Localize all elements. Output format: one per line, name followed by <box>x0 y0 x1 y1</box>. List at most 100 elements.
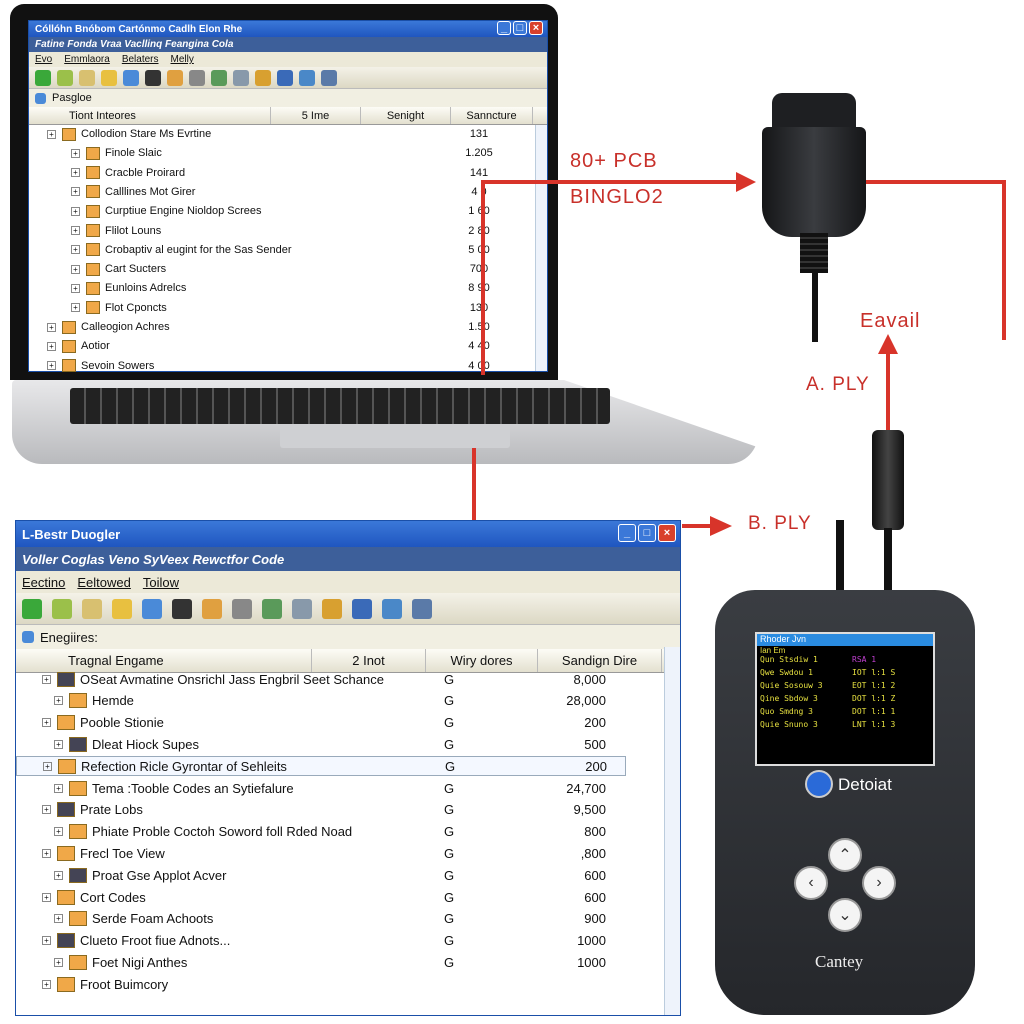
tree-row[interactable]: + Crobaptiv al eugint for the Sas Sender 5… <box>29 241 534 259</box>
expand-toggle-icon[interactable]: + <box>42 892 51 902</box>
expand-toggle-icon[interactable]: + <box>54 914 63 924</box>
toolbar-button-icon[interactable] <box>57 69 73 86</box>
expand-toggle-icon[interactable]: + <box>71 245 80 255</box>
scrollbar[interactable] <box>535 125 547 371</box>
menu-item[interactable]: Belaters <box>122 54 159 65</box>
tree-row[interactable]: + Calleogion Achres 1.50 <box>29 318 534 336</box>
column-header[interactable]: 5 Ime <box>271 107 361 124</box>
tree-row[interactable]: + Prate Lobs G 9,500 <box>16 800 626 820</box>
toolbar-button-icon[interactable] <box>299 69 315 86</box>
expand-toggle-icon[interactable]: + <box>47 341 56 351</box>
tree-row[interactable]: + Cort Codes G 600 <box>16 887 626 907</box>
minimize-button[interactable]: _ <box>618 524 636 542</box>
expand-toggle-icon[interactable]: + <box>47 129 56 139</box>
expand-toggle-icon[interactable]: + <box>54 696 63 706</box>
toolbar-button-icon[interactable] <box>255 69 271 86</box>
tree-row[interactable]: + Foet Nigi Anthes G 1000 <box>16 952 626 972</box>
expand-toggle-icon[interactable]: + <box>71 264 80 274</box>
tree-row[interactable]: + Proat Gse Applot Acver G 600 <box>16 865 626 885</box>
toolbar-button-icon[interactable] <box>352 598 372 619</box>
expand-toggle-icon[interactable]: + <box>71 283 80 293</box>
menu-item[interactable]: Evo <box>35 54 52 65</box>
tree-row[interactable]: + Dleat Hiock Supes G 500 <box>16 734 626 754</box>
toolbar-button-icon[interactable] <box>321 69 337 86</box>
expand-toggle-icon[interactable]: + <box>42 805 51 815</box>
toolbar-button-icon[interactable] <box>232 598 252 619</box>
tree-row[interactable]: + Curptiue Engine Nioldop Screes 1 60 <box>29 202 534 220</box>
tree-row[interactable]: + Sevoin Sowers 4 00 <box>29 357 534 375</box>
tree-row[interactable]: + Finole Slaic 1.205 <box>29 144 534 162</box>
toolbar-button-icon[interactable] <box>172 598 192 619</box>
expand-toggle-icon[interactable]: + <box>47 361 56 371</box>
menu-item[interactable]: Eectino <box>22 575 65 590</box>
menu-item[interactable]: Melly <box>171 54 194 65</box>
toolbar-button-icon[interactable] <box>123 69 139 86</box>
toolbar-button-icon[interactable] <box>262 598 282 619</box>
up-button[interactable]: ⌃ <box>828 838 862 872</box>
expand-toggle-icon[interactable]: + <box>54 783 63 793</box>
menu-item[interactable]: Emmlaora <box>64 54 110 65</box>
tree-row[interactable]: + Cart Sucters 700 <box>29 260 534 278</box>
expand-toggle-icon[interactable]: + <box>71 148 80 158</box>
tree-row[interactable]: + Phiate Proble Coctoh Soword foll Rded N… <box>16 822 626 842</box>
close-button[interactable]: × <box>658 524 676 542</box>
close-button[interactable]: × <box>529 21 543 35</box>
tree-row[interactable]: + Eunloins Adrelcs 8 90 <box>29 279 534 297</box>
tree-row[interactable]: + OSeat Avmatine Onsrichl Jass Engbril Se… <box>16 669 626 689</box>
toolbar-button-icon[interactable] <box>79 69 95 86</box>
expand-toggle-icon[interactable]: + <box>42 718 51 728</box>
down-button[interactable]: ⌄ <box>828 898 862 932</box>
maximize-button[interactable]: □ <box>638 524 656 542</box>
tree-row[interactable]: + Collodion Stare Ms Evrtine 131 <box>29 125 534 143</box>
tree-row[interactable]: + Flilot Louns 2 80 <box>29 222 534 240</box>
toolbar-button-icon[interactable] <box>145 69 161 86</box>
tree-row[interactable]: + Hemde G 28,000 <box>16 691 626 711</box>
tree-row[interactable]: + Flot Cponcts 130 <box>29 299 534 317</box>
tree-row[interactable]: + Clueto Froot fiue Adnots... G 1000 <box>16 931 626 951</box>
expand-toggle-icon[interactable]: + <box>71 206 80 216</box>
tree-row[interactable]: + Refection Ricle Gyrontar of Sehleits G 20… <box>16 756 626 777</box>
scrollbar[interactable] <box>664 647 680 1015</box>
toolbar-button-icon[interactable] <box>382 598 402 619</box>
toolbar-button-icon[interactable] <box>322 598 342 619</box>
toolbar-button-icon[interactable] <box>82 598 102 619</box>
toolbar-button-icon[interactable] <box>292 598 312 619</box>
toolbar-button-icon[interactable] <box>52 598 72 619</box>
expand-toggle-icon[interactable]: + <box>43 761 52 771</box>
column-header[interactable]: Senight <box>361 107 451 124</box>
tree-row[interactable]: + Aotior 4 40 <box>29 337 534 355</box>
tree-row[interactable]: + Pooble Stionie G 200 <box>16 713 626 733</box>
column-header[interactable]: Tiont Inteores <box>29 107 271 124</box>
maximize-button[interactable]: □ <box>513 21 527 35</box>
expand-toggle-icon[interactable]: + <box>71 303 80 313</box>
tree-row[interactable]: + Serde Foam Achoots G 900 <box>16 909 626 929</box>
expand-toggle-icon[interactable]: + <box>42 848 51 858</box>
expand-toggle-icon[interactable]: + <box>54 870 63 880</box>
expand-toggle-icon[interactable]: + <box>54 827 63 837</box>
left-button[interactable]: ‹ <box>794 866 828 900</box>
toolbar-button-icon[interactable] <box>202 598 222 619</box>
expand-toggle-icon[interactable]: + <box>42 936 51 946</box>
column-header[interactable]: Sanncture <box>451 107 533 124</box>
expand-toggle-icon[interactable]: + <box>71 226 80 235</box>
tree-row[interactable]: + Cracble Proirard 141 <box>29 164 534 182</box>
toolbar-button-icon[interactable] <box>35 69 51 86</box>
minimize-button[interactable]: _ <box>497 21 511 35</box>
expand-toggle-icon[interactable]: + <box>71 168 80 178</box>
toolbar-button-icon[interactable] <box>277 69 293 86</box>
expand-toggle-icon[interactable]: + <box>42 979 51 989</box>
toolbar-button-icon[interactable] <box>233 69 249 86</box>
expand-toggle-icon[interactable]: + <box>71 187 80 197</box>
tree-row[interactable]: + Frecl Toe View G ,800 <box>16 843 626 863</box>
expand-toggle-icon[interactable]: + <box>42 674 51 684</box>
toolbar-button-icon[interactable] <box>211 69 227 86</box>
expand-toggle-icon[interactable]: + <box>47 322 56 332</box>
toolbar-button-icon[interactable] <box>101 69 117 86</box>
tree-row[interactable]: + Froot Buimcory <box>16 974 626 994</box>
toolbar-button-icon[interactable] <box>412 598 432 619</box>
toolbar-button-icon[interactable] <box>22 598 42 619</box>
toolbar-button-icon[interactable] <box>189 69 205 86</box>
toolbar-button-icon[interactable] <box>112 598 132 619</box>
right-button[interactable]: › <box>862 866 896 900</box>
menu-item[interactable]: Eeltowed <box>77 575 130 590</box>
